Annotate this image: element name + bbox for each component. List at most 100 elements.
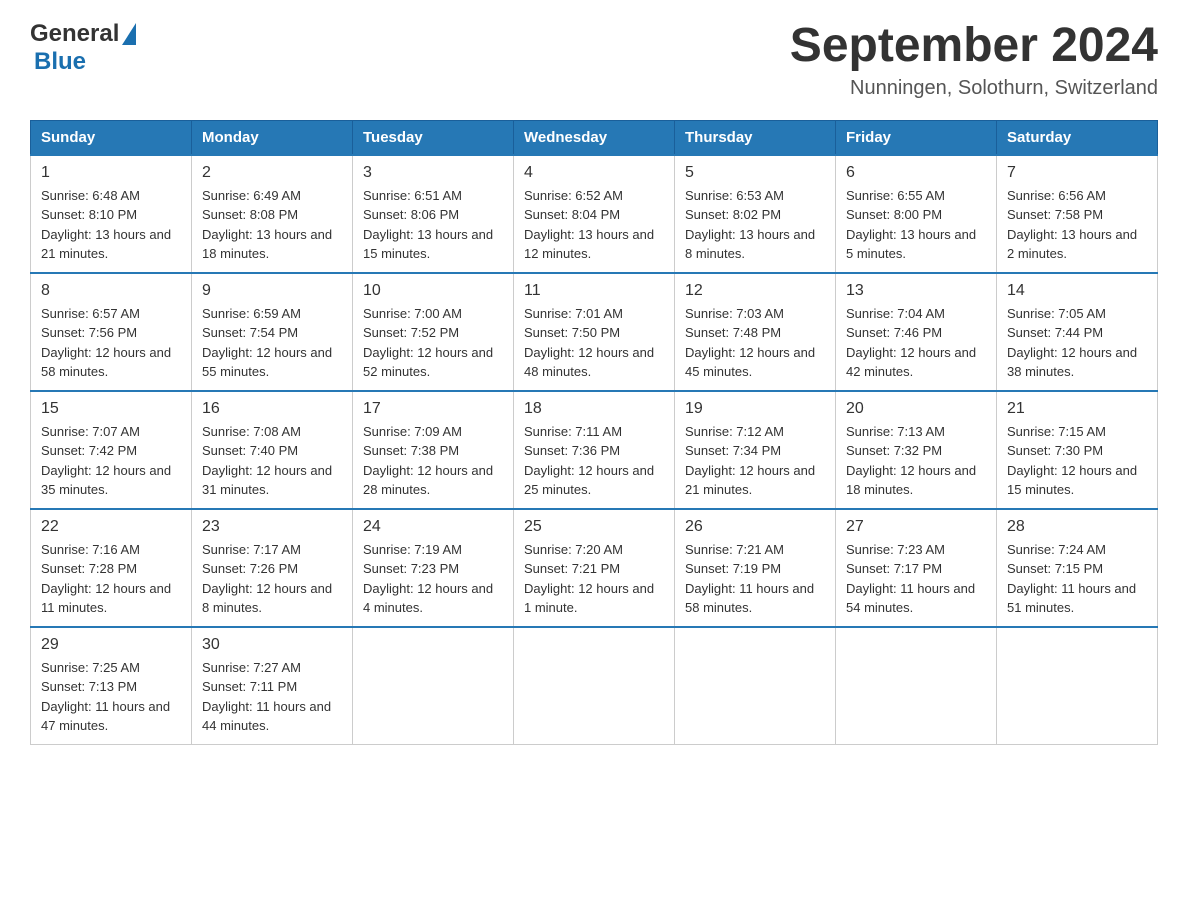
day-number: 8	[41, 282, 181, 300]
day-number: 23	[202, 518, 342, 536]
day-info: Sunrise: 7:24 AMSunset: 7:15 PMDaylight:…	[1007, 540, 1147, 618]
calendar-cell: 20 Sunrise: 7:13 AMSunset: 7:32 PMDaylig…	[836, 391, 997, 509]
calendar-cell: 28 Sunrise: 7:24 AMSunset: 7:15 PMDaylig…	[997, 509, 1158, 627]
day-info: Sunrise: 6:53 AMSunset: 8:02 PMDaylight:…	[685, 186, 825, 264]
calendar-cell: 29 Sunrise: 7:25 AMSunset: 7:13 PMDaylig…	[31, 627, 192, 745]
day-number: 19	[685, 400, 825, 418]
day-number: 9	[202, 282, 342, 300]
day-number: 22	[41, 518, 181, 536]
calendar-cell: 7 Sunrise: 6:56 AMSunset: 7:58 PMDayligh…	[997, 155, 1158, 273]
calendar-cell: 16 Sunrise: 7:08 AMSunset: 7:40 PMDaylig…	[192, 391, 353, 509]
day-number: 12	[685, 282, 825, 300]
calendar-week-row: 8 Sunrise: 6:57 AMSunset: 7:56 PMDayligh…	[31, 273, 1158, 391]
day-number: 26	[685, 518, 825, 536]
calendar-week-row: 1 Sunrise: 6:48 AMSunset: 8:10 PMDayligh…	[31, 155, 1158, 273]
day-number: 25	[524, 518, 664, 536]
day-info: Sunrise: 7:05 AMSunset: 7:44 PMDaylight:…	[1007, 304, 1147, 382]
day-number: 18	[524, 400, 664, 418]
calendar-cell: 1 Sunrise: 6:48 AMSunset: 8:10 PMDayligh…	[31, 155, 192, 273]
calendar-header-row: SundayMondayTuesdayWednesdayThursdayFrid…	[31, 120, 1158, 155]
day-number: 30	[202, 636, 342, 654]
day-number: 10	[363, 282, 503, 300]
day-number: 1	[41, 164, 181, 182]
day-info: Sunrise: 6:59 AMSunset: 7:54 PMDaylight:…	[202, 304, 342, 382]
day-info: Sunrise: 6:57 AMSunset: 7:56 PMDaylight:…	[41, 304, 181, 382]
day-info: Sunrise: 7:23 AMSunset: 7:17 PMDaylight:…	[846, 540, 986, 618]
day-number: 4	[524, 164, 664, 182]
day-number: 24	[363, 518, 503, 536]
calendar-day-header: Thursday	[675, 120, 836, 155]
calendar-cell	[675, 627, 836, 745]
calendar-cell	[514, 627, 675, 745]
day-info: Sunrise: 7:15 AMSunset: 7:30 PMDaylight:…	[1007, 422, 1147, 500]
day-number: 27	[846, 518, 986, 536]
day-number: 3	[363, 164, 503, 182]
calendar-cell: 18 Sunrise: 7:11 AMSunset: 7:36 PMDaylig…	[514, 391, 675, 509]
calendar-cell: 10 Sunrise: 7:00 AMSunset: 7:52 PMDaylig…	[353, 273, 514, 391]
day-number: 20	[846, 400, 986, 418]
day-number: 2	[202, 164, 342, 182]
calendar-week-row: 29 Sunrise: 7:25 AMSunset: 7:13 PMDaylig…	[31, 627, 1158, 745]
day-number: 11	[524, 282, 664, 300]
day-info: Sunrise: 7:03 AMSunset: 7:48 PMDaylight:…	[685, 304, 825, 382]
day-info: Sunrise: 7:27 AMSunset: 7:11 PMDaylight:…	[202, 658, 342, 736]
day-info: Sunrise: 7:01 AMSunset: 7:50 PMDaylight:…	[524, 304, 664, 382]
day-number: 21	[1007, 400, 1147, 418]
day-info: Sunrise: 7:12 AMSunset: 7:34 PMDaylight:…	[685, 422, 825, 500]
calendar-cell: 6 Sunrise: 6:55 AMSunset: 8:00 PMDayligh…	[836, 155, 997, 273]
day-info: Sunrise: 7:19 AMSunset: 7:23 PMDaylight:…	[363, 540, 503, 618]
day-number: 16	[202, 400, 342, 418]
day-number: 29	[41, 636, 181, 654]
calendar-cell: 8 Sunrise: 6:57 AMSunset: 7:56 PMDayligh…	[31, 273, 192, 391]
title-section: September 2024 Nunningen, Solothurn, Swi…	[790, 20, 1158, 100]
calendar-week-row: 22 Sunrise: 7:16 AMSunset: 7:28 PMDaylig…	[31, 509, 1158, 627]
calendar-cell: 22 Sunrise: 7:16 AMSunset: 7:28 PMDaylig…	[31, 509, 192, 627]
day-info: Sunrise: 6:48 AMSunset: 8:10 PMDaylight:…	[41, 186, 181, 264]
calendar-cell: 12 Sunrise: 7:03 AMSunset: 7:48 PMDaylig…	[675, 273, 836, 391]
day-info: Sunrise: 7:21 AMSunset: 7:19 PMDaylight:…	[685, 540, 825, 618]
calendar-day-header: Tuesday	[353, 120, 514, 155]
calendar-cell: 21 Sunrise: 7:15 AMSunset: 7:30 PMDaylig…	[997, 391, 1158, 509]
day-number: 14	[1007, 282, 1147, 300]
day-info: Sunrise: 7:13 AMSunset: 7:32 PMDaylight:…	[846, 422, 986, 500]
calendar-cell: 19 Sunrise: 7:12 AMSunset: 7:34 PMDaylig…	[675, 391, 836, 509]
calendar-cell: 4 Sunrise: 6:52 AMSunset: 8:04 PMDayligh…	[514, 155, 675, 273]
day-number: 17	[363, 400, 503, 418]
calendar-cell: 13 Sunrise: 7:04 AMSunset: 7:46 PMDaylig…	[836, 273, 997, 391]
location-text: Nunningen, Solothurn, Switzerland	[790, 77, 1158, 100]
day-info: Sunrise: 7:09 AMSunset: 7:38 PMDaylight:…	[363, 422, 503, 500]
day-info: Sunrise: 7:16 AMSunset: 7:28 PMDaylight:…	[41, 540, 181, 618]
day-info: Sunrise: 6:56 AMSunset: 7:58 PMDaylight:…	[1007, 186, 1147, 264]
calendar-week-row: 15 Sunrise: 7:07 AMSunset: 7:42 PMDaylig…	[31, 391, 1158, 509]
day-info: Sunrise: 7:17 AMSunset: 7:26 PMDaylight:…	[202, 540, 342, 618]
calendar-cell: 17 Sunrise: 7:09 AMSunset: 7:38 PMDaylig…	[353, 391, 514, 509]
calendar-cell: 9 Sunrise: 6:59 AMSunset: 7:54 PMDayligh…	[192, 273, 353, 391]
day-info: Sunrise: 7:00 AMSunset: 7:52 PMDaylight:…	[363, 304, 503, 382]
day-info: Sunrise: 7:11 AMSunset: 7:36 PMDaylight:…	[524, 422, 664, 500]
calendar-cell: 14 Sunrise: 7:05 AMSunset: 7:44 PMDaylig…	[997, 273, 1158, 391]
calendar-cell	[836, 627, 997, 745]
day-number: 6	[846, 164, 986, 182]
day-info: Sunrise: 6:52 AMSunset: 8:04 PMDaylight:…	[524, 186, 664, 264]
day-number: 5	[685, 164, 825, 182]
day-number: 28	[1007, 518, 1147, 536]
calendar-cell: 26 Sunrise: 7:21 AMSunset: 7:19 PMDaylig…	[675, 509, 836, 627]
calendar-cell: 2 Sunrise: 6:49 AMSunset: 8:08 PMDayligh…	[192, 155, 353, 273]
logo-triangle-icon	[122, 23, 136, 45]
calendar-day-header: Sunday	[31, 120, 192, 155]
calendar-cell: 27 Sunrise: 7:23 AMSunset: 7:17 PMDaylig…	[836, 509, 997, 627]
logo-blue-text: Blue	[34, 48, 86, 75]
day-info: Sunrise: 7:08 AMSunset: 7:40 PMDaylight:…	[202, 422, 342, 500]
calendar-table: SundayMondayTuesdayWednesdayThursdayFrid…	[30, 120, 1158, 745]
calendar-day-header: Friday	[836, 120, 997, 155]
day-number: 13	[846, 282, 986, 300]
calendar-day-header: Monday	[192, 120, 353, 155]
day-number: 7	[1007, 164, 1147, 182]
calendar-cell: 15 Sunrise: 7:07 AMSunset: 7:42 PMDaylig…	[31, 391, 192, 509]
day-info: Sunrise: 6:51 AMSunset: 8:06 PMDaylight:…	[363, 186, 503, 264]
day-info: Sunrise: 7:04 AMSunset: 7:46 PMDaylight:…	[846, 304, 986, 382]
calendar-cell: 11 Sunrise: 7:01 AMSunset: 7:50 PMDaylig…	[514, 273, 675, 391]
calendar-cell: 25 Sunrise: 7:20 AMSunset: 7:21 PMDaylig…	[514, 509, 675, 627]
calendar-cell: 3 Sunrise: 6:51 AMSunset: 8:06 PMDayligh…	[353, 155, 514, 273]
calendar-cell: 23 Sunrise: 7:17 AMSunset: 7:26 PMDaylig…	[192, 509, 353, 627]
